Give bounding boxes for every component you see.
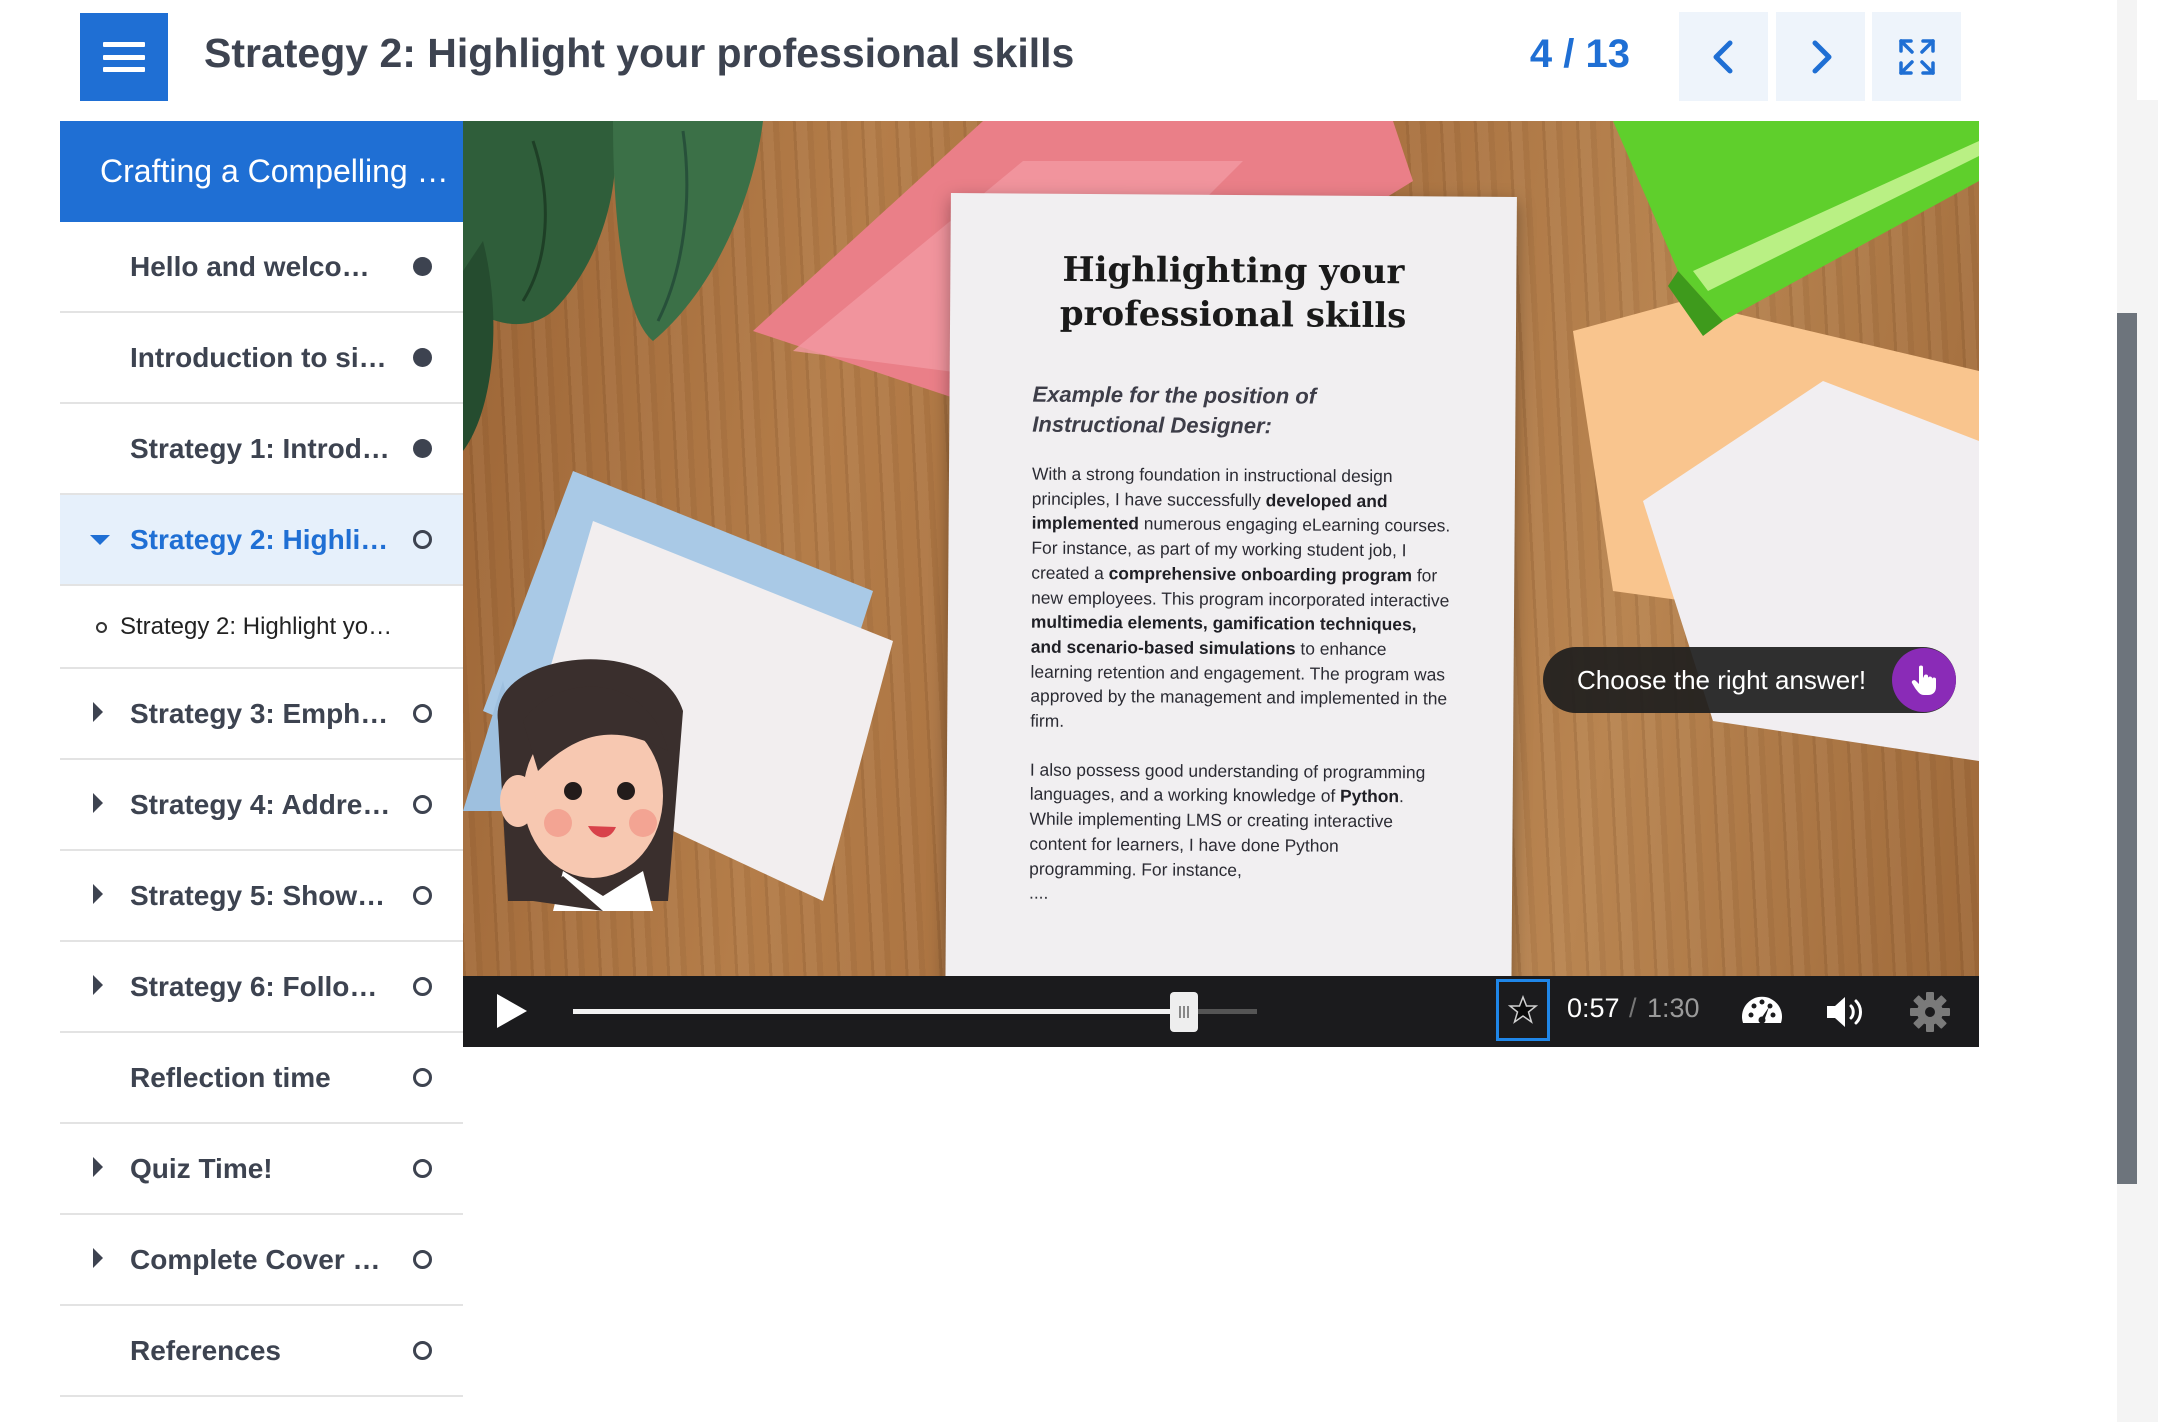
sidebar-item-complete-cover[interactable]: Complete Cover …	[60, 1215, 463, 1306]
sidebar-item-introduction[interactable]: Introduction to si…	[60, 313, 463, 404]
total-time: 1:30	[1647, 993, 1700, 1023]
hamburger-menu-icon	[103, 42, 145, 72]
choose-answer-button[interactable]: Choose the right answer!	[1543, 647, 1956, 713]
sidebar-subitem-label: Strategy 2: Highlight yo…	[120, 613, 393, 640]
volume-icon[interactable]	[1823, 989, 1869, 1035]
sidebar-item-label: Hello and welco…	[130, 251, 370, 282]
slide-heading-line2: professional skills	[1059, 293, 1407, 337]
slide-canvas: Highlighting your professional skills Ex…	[463, 121, 1979, 976]
caret-right-icon[interactable]	[93, 1157, 103, 1177]
slide-counter: 4 / 13	[1529, 32, 1630, 76]
sidebar: Crafting a Compelling … Hello and welco……	[60, 121, 463, 1422]
avatar-illustration	[497, 659, 683, 911]
sidebar-item-quiz[interactable]: Quiz Time!	[60, 1124, 463, 1215]
sidebar-item-reflection[interactable]: Reflection time	[60, 1033, 463, 1124]
previous-button[interactable]	[1679, 12, 1768, 101]
sidebar-item-label: Quiz Time!	[130, 1153, 273, 1184]
sidebar-item-strategy-5[interactable]: Strategy 5: Show…	[60, 851, 463, 942]
completed-dot-icon	[413, 257, 432, 276]
slide-heading: Highlighting your professional skills	[950, 247, 1517, 339]
player-controls: 0:57 / 1:30	[463, 976, 1979, 1047]
sidebar-item-label: Strategy 1: Introd…	[130, 433, 390, 464]
bookmark-button[interactable]	[1496, 979, 1550, 1041]
sidebar-item-strategy-1[interactable]: Strategy 1: Introd…	[60, 404, 463, 495]
open-circle-icon	[413, 1159, 432, 1178]
sidebar-item-label: Introduction to si…	[130, 342, 387, 373]
chevron-left-icon	[1713, 40, 1732, 73]
sidebar-item-strategy-6[interactable]: Strategy 6: Follo…	[60, 942, 463, 1033]
open-circle-icon	[413, 1068, 432, 1087]
open-circle-icon	[413, 1341, 432, 1360]
current-time: 0:57	[1567, 993, 1620, 1023]
hand-pointer-icon	[1892, 648, 1956, 712]
sidebar-item-strategy-4[interactable]: Strategy 4: Addre…	[60, 760, 463, 851]
body-ellipsis: ....	[1028, 882, 1049, 903]
open-circle-icon	[413, 977, 432, 996]
sidebar-subitem-strategy-2[interactable]: Strategy 2: Highlight yo…	[60, 586, 463, 669]
slide-paper: Highlighting your professional skills Ex…	[945, 193, 1517, 976]
open-circle-icon	[413, 886, 432, 905]
leaf-decoration	[463, 121, 763, 451]
open-circle-icon	[413, 1250, 432, 1269]
choose-answer-label: Choose the right answer!	[1577, 665, 1867, 695]
sidebar-item-label: Strategy 4: Addre…	[130, 789, 391, 820]
completed-dot-icon	[413, 439, 432, 458]
grip-icon	[1179, 1006, 1189, 1018]
menu-button[interactable]	[80, 13, 168, 101]
bullet-icon	[96, 622, 107, 633]
sidebar-item-strategy-3[interactable]: Strategy 3: Emph…	[60, 669, 463, 760]
open-circle-icon	[413, 530, 432, 549]
open-circle-icon	[413, 704, 432, 723]
gear-icon[interactable]	[1907, 989, 1953, 1035]
green-folder	[1613, 121, 1979, 336]
completed-dot-icon	[413, 348, 432, 367]
sidebar-item-label: Reflection time	[130, 1062, 331, 1093]
sidebar-item-strategy-2[interactable]: Strategy 2: Highli…	[60, 495, 463, 586]
slide-subheading-line1: Example for the position of	[1032, 381, 1317, 409]
caret-right-icon[interactable]	[93, 884, 103, 904]
sidebar-item-label: Complete Cover …	[130, 1244, 381, 1275]
body-text: numerous engaging eLearning courses.	[1138, 513, 1451, 536]
body-paragraph: With a strong foundation in instructiona…	[1032, 462, 1453, 539]
slide-subheading-line2: Instructional Designer:	[1032, 411, 1273, 439]
caret-down-icon[interactable]	[90, 535, 110, 545]
play-icon[interactable]	[491, 991, 531, 1031]
sidebar-item-label: Strategy 2: Highli…	[130, 524, 389, 555]
course-title[interactable]: Crafting a Compelling …	[60, 121, 463, 222]
sidebar-item-label: Strategy 3: Emph…	[130, 698, 389, 729]
star-bookmark-icon	[1508, 995, 1538, 1024]
sidebar-item-hello[interactable]: Hello and welco…	[60, 222, 463, 313]
fullscreen-button[interactable]	[1872, 12, 1961, 101]
slide-subheading: Example for the position of Instructiona…	[1032, 380, 1472, 443]
page-scrollbar-thumb[interactable]	[2117, 313, 2137, 1184]
caret-right-icon[interactable]	[93, 702, 103, 722]
body-paragraph: For instance, as part of my working stud…	[1030, 536, 1451, 737]
sidebar-item-label: Strategy 5: Show…	[130, 880, 386, 911]
page-title: Strategy 2: Highlight your professional …	[204, 30, 1075, 76]
time-separator: /	[1629, 993, 1637, 1023]
body-bold-text: comprehensive onboarding program	[1108, 562, 1413, 586]
next-button[interactable]	[1776, 12, 1865, 101]
slide-body-text: With a strong foundation in instructiona…	[1029, 462, 1452, 909]
slide-heading-line1: Highlighting your	[1062, 249, 1405, 293]
sidebar-item-references[interactable]: References	[60, 1306, 463, 1397]
body-paragraph: I also possess good understanding of pro…	[1029, 757, 1450, 883]
chevron-right-icon	[1812, 40, 1831, 73]
playback-speed-icon[interactable]	[1739, 989, 1785, 1035]
caret-right-icon[interactable]	[93, 793, 103, 813]
scrub-handle[interactable]	[1170, 992, 1198, 1032]
scrollbar-cap	[2137, 0, 2158, 100]
sidebar-item-label: References	[130, 1335, 281, 1366]
caret-right-icon[interactable]	[93, 975, 103, 995]
sidebar-item-label: Strategy 6: Follo…	[130, 971, 378, 1002]
caret-right-icon[interactable]	[93, 1248, 103, 1268]
expand-icon	[1898, 38, 1935, 75]
progress-track[interactable]	[573, 1009, 1174, 1014]
open-circle-icon	[413, 795, 432, 814]
body-bold-text: Python	[1340, 786, 1400, 807]
